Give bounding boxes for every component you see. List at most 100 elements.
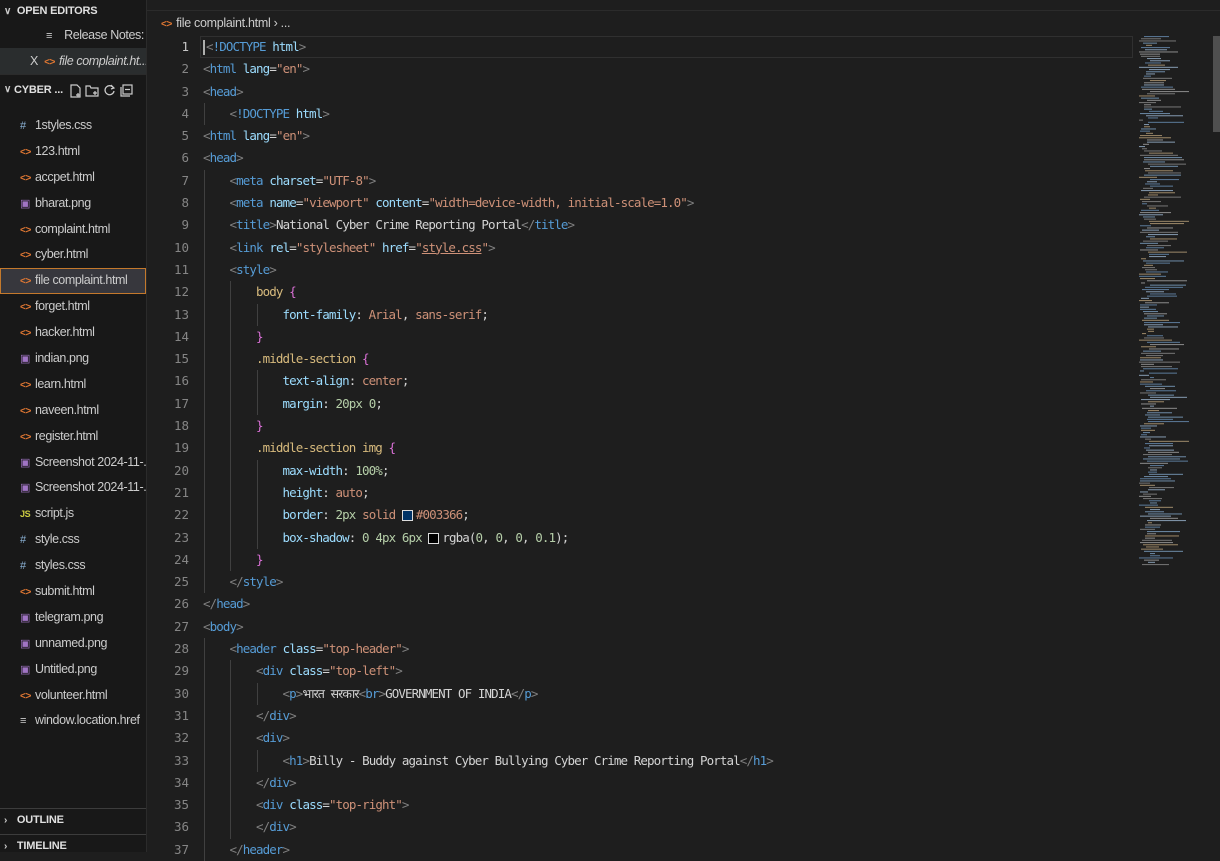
file-label: telegram.png [35,609,104,624]
code-line[interactable]: <div class="top-right"> [203,794,1133,817]
css-file-icon: # [20,120,26,132]
code-editor[interactable]: <!DOCTYPE html> <html lang="en"> <head> <!… [203,36,1133,861]
code-line[interactable]: font-family: Arial, sans-serif; [203,303,1133,326]
code-line[interactable]: <head> [203,81,1133,103]
file-item[interactable]: # styles.css [0,553,146,579]
code-line[interactable]: <!DOCTYPE html> [203,102,1133,126]
code-line[interactable]: box-shadow: 0 4px 6px rgba(0, 0, 0, 0.1)… [203,526,1133,549]
code-line[interactable]: <meta charset="UTF-8"> [203,169,1133,193]
file-item[interactable]: <> volunteer.html [0,683,146,709]
code-line[interactable]: <!DOCTYPE html> [203,36,1133,58]
code-line[interactable]: height: auto; [203,481,1133,505]
file-item[interactable]: ▣ Screenshot 2024-11-... [0,450,146,476]
refresh-icon[interactable] [101,75,118,105]
line-number: 31 [173,707,189,723]
open-editors-header[interactable]: ∨ OPEN EDITORS [0,0,146,22]
file-item[interactable]: ▣ unnamed.png [0,631,146,657]
collapse-all-icon[interactable] [118,75,135,105]
code-line[interactable]: } [203,548,1133,572]
new-folder-icon[interactable] [84,75,101,105]
close-icon[interactable]: X [30,54,38,68]
code-line[interactable]: <div> [203,727,1133,750]
file-item[interactable]: <> cyber.html [0,242,146,268]
file-item[interactable]: ▣ bharat.png [0,191,146,217]
line-number: 20 [173,462,189,478]
open-editor-label: Release Notes: 1... [64,28,146,42]
minimap[interactable] [1135,36,1213,576]
code-line[interactable]: .middle-section img { [203,437,1133,460]
file-label: 123.html [35,143,80,158]
file-item[interactable]: ≡ window.location.href [0,708,146,734]
code-line[interactable]: <body> [203,616,1133,638]
file-item[interactable]: ▣ indian.png [0,346,146,372]
code-line[interactable]: </div> [203,704,1133,728]
file-item[interactable]: #1styles.css [0,113,146,139]
code-line[interactable]: <meta name="viewport" content="width=dev… [203,192,1133,215]
line-number: 21 [173,484,189,500]
file-label: Untitled.png [35,661,97,676]
file-item[interactable]: <> submit.html [0,579,146,605]
open-editor-file-complaint[interactable]: X <> file complaint.ht... [0,48,146,74]
code-line[interactable]: <html lang="en"> [203,58,1133,80]
css-file-icon: # [20,560,26,573]
file-item[interactable]: ▣ Screenshot 2024-11-... [0,475,146,501]
file-item[interactable]: <> hacker.html [0,320,146,346]
code-line[interactable]: border: 2px solid #003366; [203,504,1133,527]
line-number: 36 [173,819,189,835]
code-line[interactable]: margin: 20px 0; [203,392,1133,416]
timeline-header[interactable]: › TIMELINE [0,834,146,852]
code-line[interactable]: <link rel="stylesheet" href="style.css"> [203,236,1133,259]
code-line[interactable]: body { [203,281,1133,304]
color-swatch-icon[interactable] [428,532,440,544]
explorer-folder-header[interactable]: ∨ CYBER ... [0,74,146,105]
html-file-icon: <> [20,587,31,599]
code-line[interactable]: .middle-section { [203,348,1133,371]
file-item[interactable]: <> accpet.html [0,165,146,191]
explorer-sidebar: ∨ OPEN EDITORS ≡ Release Notes: 1... X <>… [0,0,147,852]
html-file-icon: <> [20,379,31,391]
code-line[interactable]: <html lang="en"> [203,125,1133,147]
file-item[interactable]: # style.css [0,527,146,553]
code-line[interactable]: <div class="top-left"> [203,660,1133,683]
file-item[interactable]: <> register.html [0,424,146,450]
open-editor-label: file complaint.ht... [58,54,146,68]
file-item[interactable]: <> 123.html [0,139,146,165]
code-line[interactable]: <p>भारत सरकार<br>GOVERNMENT OF INDIA</p> [203,682,1133,705]
code-line[interactable]: <header class="top-header"> [203,638,1133,661]
color-swatch-icon[interactable] [401,510,413,522]
file-item[interactable]: <> complaint.html [0,217,146,243]
code-line[interactable]: <style> [203,258,1133,282]
code-line[interactable]: <head> [203,147,1133,169]
file-item[interactable]: JS script.js [0,501,146,527]
outline-header[interactable]: › OUTLINE [0,808,146,831]
new-file-icon[interactable] [67,75,84,105]
code-line[interactable]: </div> [203,816,1133,839]
file-label: 1styles.css [35,118,92,132]
line-number: 33 [173,752,189,768]
code-line[interactable]: <h1>Billy - Buddy against Cyber Bullying… [203,749,1133,772]
file-tree: #1styles.css <> 123.html <> accpet.html ▣ bhar… [0,113,146,734]
code-line[interactable]: } [203,415,1133,438]
file-item[interactable]: <> learn.html [0,372,146,398]
code-line[interactable]: </div> [203,771,1133,795]
vertical-scrollbar[interactable] [1213,36,1220,852]
breadcrumb[interactable]: <> file complaint.html › ... [147,12,290,34]
code-line[interactable]: } [203,325,1133,349]
file-item[interactable]: <> naveen.html [0,398,146,424]
code-line[interactable]: <title>National Cyber Crime Reporting Po… [203,214,1133,237]
breadcrumb-file[interactable]: file complaint.html [176,16,271,30]
code-line[interactable]: </header> [203,838,1133,861]
file-item[interactable]: <> file complaint.html [0,268,146,295]
breadcrumb-more[interactable]: ... [281,16,291,30]
code-line[interactable]: text-align: center; [203,370,1133,393]
open-editor-release-notes[interactable]: ≡ Release Notes: 1... [0,22,146,48]
file-item[interactable]: <> forget.html [0,294,146,320]
line-number: 9 [181,217,189,233]
outline-title: OUTLINE [16,814,64,826]
file-item[interactable]: ▣ Untitled.png [0,657,146,683]
code-line[interactable]: </style> [203,571,1133,594]
scrollbar-thumb[interactable] [1213,36,1220,132]
code-line[interactable]: max-width: 100%; [203,459,1133,482]
file-item[interactable]: ▣ telegram.png [0,605,146,631]
code-line[interactable]: </head> [203,593,1133,615]
